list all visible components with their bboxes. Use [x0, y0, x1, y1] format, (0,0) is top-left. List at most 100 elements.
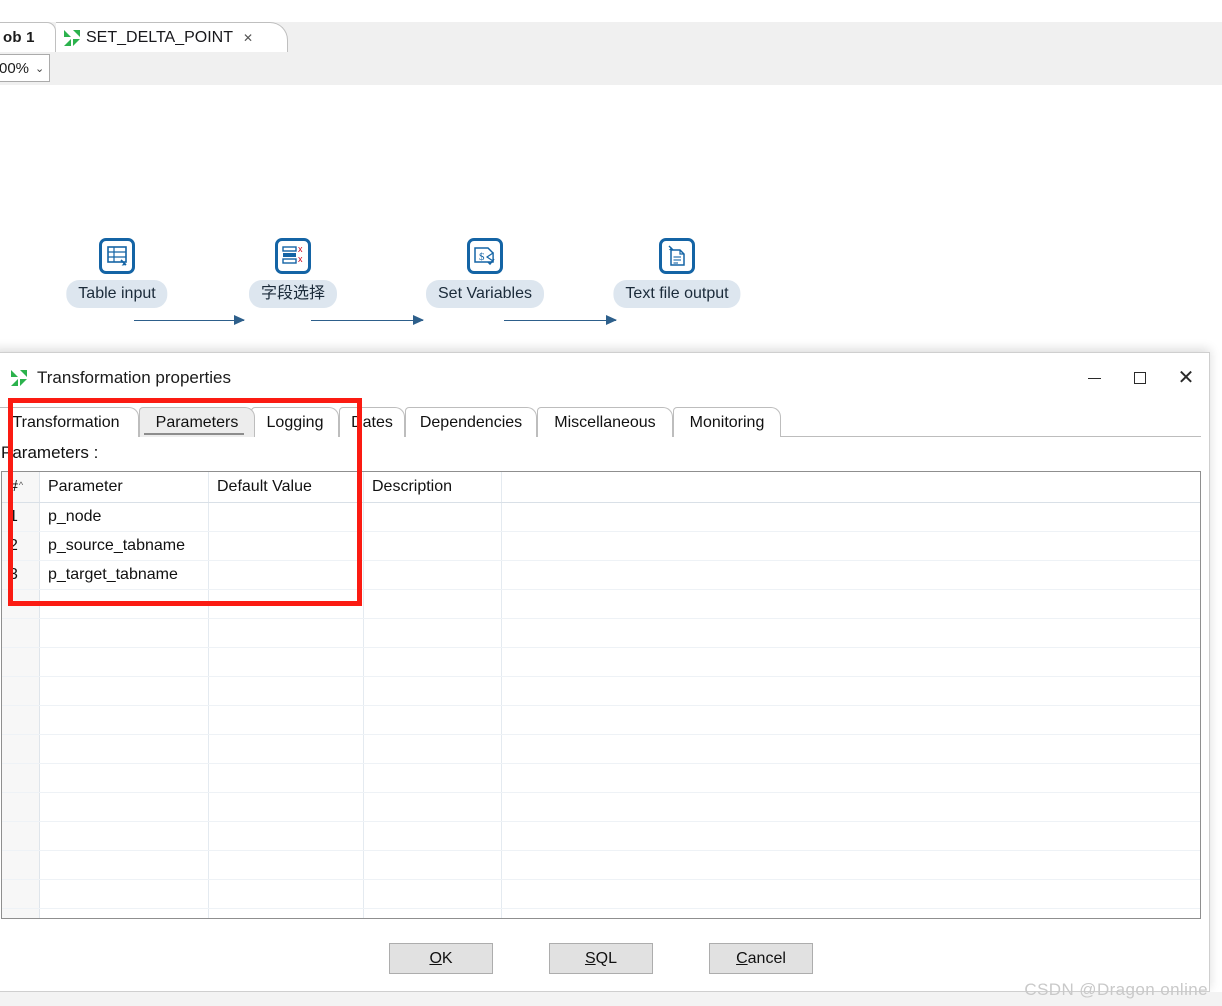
maximize-button[interactable]	[1117, 361, 1163, 395]
cell-number[interactable]	[2, 705, 40, 735]
tab-transformation[interactable]: Transformation	[0, 407, 139, 437]
cell-number[interactable]: 1	[2, 502, 40, 532]
cell-default-value[interactable]	[208, 908, 364, 918]
table-row-empty[interactable]	[2, 589, 1200, 619]
cancel-button[interactable]: Cancel	[709, 943, 813, 974]
cell-parameter[interactable]	[39, 734, 209, 764]
cell-default-value[interactable]	[208, 531, 364, 561]
cell-default-value[interactable]	[208, 618, 364, 648]
cell-number[interactable]	[2, 618, 40, 648]
cell-default-value[interactable]	[208, 705, 364, 735]
cell-description[interactable]	[363, 734, 502, 764]
cell-default-value[interactable]	[208, 821, 364, 851]
parameters-table-container[interactable]: #^ Parameter Default Value Description 1…	[1, 471, 1201, 919]
tab-miscellaneous[interactable]: Miscellaneous	[537, 407, 673, 437]
table-row-empty[interactable]	[2, 705, 1200, 735]
table-row-empty[interactable]	[2, 792, 1200, 822]
cell-parameter[interactable]	[39, 879, 209, 909]
cell-parameter[interactable]: p_source_tabname	[39, 531, 209, 561]
cell-default-value[interactable]	[208, 589, 364, 619]
tab-parameters[interactable]: Parameters	[139, 407, 255, 437]
cell-default-value[interactable]	[208, 676, 364, 706]
cell-default-value[interactable]	[208, 647, 364, 677]
step-select-values[interactable]: x x 字段选择	[248, 238, 338, 308]
cell-number[interactable]: 2	[2, 531, 40, 561]
cell-parameter[interactable]	[39, 850, 209, 880]
cell-default-value[interactable]	[208, 879, 364, 909]
tab-dependencies[interactable]: Dependencies	[405, 407, 537, 437]
table-row-empty[interactable]	[2, 850, 1200, 880]
tab-dates[interactable]: Dates	[339, 407, 405, 437]
cell-number[interactable]	[2, 676, 40, 706]
cell-parameter[interactable]	[39, 763, 209, 793]
zoom-level-combo[interactable]: 00% ⌄	[0, 54, 50, 82]
cell-parameter[interactable]	[39, 908, 209, 918]
table-row-empty[interactable]	[2, 734, 1200, 764]
cell-description[interactable]	[363, 502, 502, 532]
tab-monitoring[interactable]: Monitoring	[673, 407, 781, 437]
table-row-empty[interactable]	[2, 879, 1200, 909]
transformation-canvas[interactable]: Table input x x 字段选择 $ Set Variables Tex…	[0, 85, 1222, 355]
column-header-number[interactable]: #^	[2, 472, 40, 503]
cell-description[interactable]	[363, 589, 502, 619]
table-row-empty[interactable]	[2, 618, 1200, 648]
cell-number[interactable]	[2, 879, 40, 909]
cell-default-value[interactable]	[208, 850, 364, 880]
job-tab[interactable]: ob 1	[0, 22, 56, 52]
tab-logging[interactable]: Logging	[251, 407, 339, 437]
step-set-variables[interactable]: $ Set Variables	[426, 238, 544, 308]
cell-parameter[interactable]: p_target_tabname	[39, 560, 209, 590]
cell-description[interactable]	[363, 647, 502, 677]
close-button[interactable]: ✕	[1163, 361, 1209, 395]
cell-parameter[interactable]	[39, 676, 209, 706]
cell-parameter[interactable]	[39, 647, 209, 677]
cell-description[interactable]	[363, 850, 502, 880]
table-row[interactable]: 1 p_node	[2, 502, 1200, 532]
cell-parameter[interactable]	[39, 792, 209, 822]
cell-description[interactable]	[363, 763, 502, 793]
cell-default-value[interactable]	[208, 560, 364, 590]
cell-default-value[interactable]	[208, 734, 364, 764]
cell-number[interactable]	[2, 763, 40, 793]
cell-description[interactable]	[363, 618, 502, 648]
cell-parameter[interactable]	[39, 589, 209, 619]
column-header-default-value[interactable]: Default Value	[208, 472, 364, 503]
table-row-empty[interactable]	[2, 821, 1200, 851]
cell-default-value[interactable]	[208, 763, 364, 793]
table-row-empty[interactable]	[2, 763, 1200, 793]
ok-button[interactable]: OK	[389, 943, 493, 974]
table-row[interactable]: 2 p_source_tabname	[2, 531, 1200, 561]
close-icon[interactable]: ✕	[243, 31, 253, 45]
cell-parameter[interactable]	[39, 705, 209, 735]
cell-description[interactable]	[363, 908, 502, 918]
cell-description[interactable]	[363, 821, 502, 851]
cell-default-value[interactable]	[208, 792, 364, 822]
minimize-button[interactable]	[1071, 361, 1117, 395]
cell-description[interactable]	[363, 792, 502, 822]
cell-number[interactable]	[2, 850, 40, 880]
cell-parameter[interactable]	[39, 618, 209, 648]
cell-number[interactable]	[2, 821, 40, 851]
table-row-empty[interactable]	[2, 908, 1200, 918]
transformation-tab[interactable]: SET_DELTA_POINT ✕	[56, 22, 288, 52]
cell-number[interactable]	[2, 792, 40, 822]
table-row-empty[interactable]	[2, 676, 1200, 706]
cell-number[interactable]	[2, 647, 40, 677]
cell-number[interactable]: 3	[2, 560, 40, 590]
cell-number[interactable]	[2, 589, 40, 619]
table-row-empty[interactable]	[2, 647, 1200, 677]
sql-button[interactable]: S QL	[549, 943, 653, 974]
cell-description[interactable]	[363, 705, 502, 735]
step-text-file-output[interactable]: Text file output	[613, 238, 741, 308]
table-row[interactable]: 3 p_target_tabname	[2, 560, 1200, 590]
cell-description[interactable]	[363, 676, 502, 706]
cell-number[interactable]	[2, 908, 40, 918]
column-header-parameter[interactable]: Parameter	[39, 472, 209, 503]
cell-description[interactable]	[363, 531, 502, 561]
cell-description[interactable]	[363, 560, 502, 590]
cell-description[interactable]	[363, 879, 502, 909]
cell-parameter[interactable]: p_node	[39, 502, 209, 532]
cell-number[interactable]	[2, 734, 40, 764]
cell-default-value[interactable]	[208, 502, 364, 532]
step-table-input[interactable]: Table input	[66, 238, 168, 308]
